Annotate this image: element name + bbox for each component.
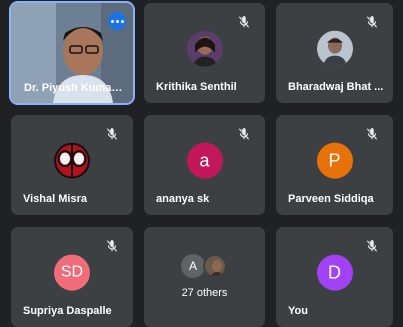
avatar: a (186, 142, 223, 179)
participant-tile-3[interactable]: Bharadwaj Bhat ... (276, 3, 393, 103)
mic-off-icon (366, 240, 378, 252)
mic-off-icon (106, 128, 118, 140)
mic-off-icon (366, 16, 378, 28)
participant-tile-you[interactable]: D You (276, 227, 393, 327)
participant-name: ananya sk (156, 193, 210, 205)
mic-off-icon (366, 128, 378, 140)
participant-name: Parveen Siddiqa (288, 193, 374, 205)
participant-name: You (288, 305, 308, 317)
avatar: D (316, 254, 353, 291)
participant-tile-7[interactable]: SD Supriya Daspalle (11, 227, 133, 327)
others-count: 27 others (181, 287, 228, 299)
avatar: SD (54, 254, 90, 291)
mic-off-icon (238, 128, 250, 140)
avatar: P (316, 142, 353, 179)
others-avatar-photo (203, 254, 227, 278)
participant-name: Krithika Senthil (156, 81, 237, 93)
mic-off-icon (238, 16, 250, 28)
participant-name: Supriya Daspalle (23, 305, 112, 317)
others-tile[interactable]: A 27 others (144, 227, 265, 327)
avatar (54, 142, 90, 179)
participant-tile-6[interactable]: P Parveen Siddiqa (276, 115, 393, 215)
avatar (316, 30, 353, 67)
more-options-icon[interactable] (108, 12, 126, 30)
participant-name: Vishal Misra (23, 193, 87, 205)
participant-tile-2[interactable]: Krithika Senthil (144, 3, 265, 103)
participant-name: Dr. Piyush Kumar... (24, 82, 124, 94)
participant-tile-4[interactable]: Vishal Misra (11, 115, 133, 215)
participant-name: Bharadwaj Bhat ... (288, 81, 384, 93)
mic-off-icon (106, 240, 118, 252)
participant-tile-1[interactable]: Dr. Piyush Kumar... (9, 1, 135, 105)
others-avatar-a: A (181, 254, 205, 278)
avatar (186, 30, 223, 67)
participant-tile-5[interactable]: a ananya sk (144, 115, 265, 215)
